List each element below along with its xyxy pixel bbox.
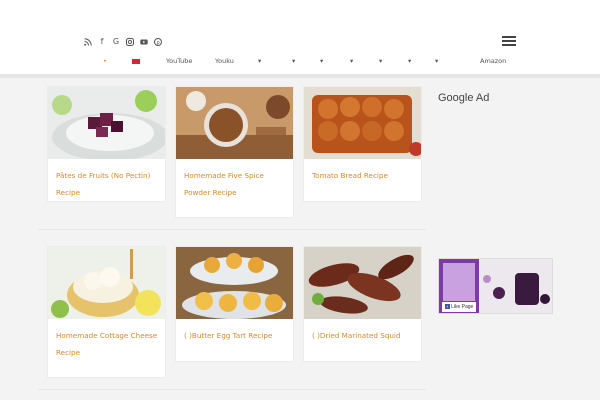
rss-icon[interactable] (84, 37, 92, 46)
nav-item-home[interactable]: • (103, 57, 107, 65)
post-thumbnail-cottage-cheese[interactable] (48, 247, 165, 319)
post-title-link[interactable]: Homemade Five Spice Powder Recipe (184, 167, 288, 201)
main-nav: • ▾ YouTube Youku ▾ ▾ ▾ ▾ ▾ ▾ ▾ Amazon (0, 55, 600, 69)
flag-icon (132, 59, 140, 64)
row-divider (38, 229, 426, 230)
nav-item-youtube[interactable]: YouTube (166, 57, 192, 65)
nav-item-youku[interactable]: Youku (215, 57, 234, 65)
fb-cover-image (479, 259, 552, 313)
nav-dropdown-1[interactable]: ▾ (258, 57, 261, 65)
facebook-icon: f (444, 304, 450, 309)
post-thumbnail-five-spice[interactable] (176, 87, 293, 159)
nav-item-amazon[interactable]: Amazon (480, 57, 506, 65)
youtube-icon[interactable] (140, 37, 148, 46)
nav-dropdown-2[interactable]: ▾ (292, 57, 295, 65)
nav-dropdown-6[interactable]: ▾ (408, 57, 411, 65)
post-card[interactable]: Homemade Five Spice Powder Recipe (175, 86, 294, 218)
post-title-link[interactable]: Pâtes de Fruits (No Pectin) Recipe (56, 167, 160, 201)
site-header: f G p • ▾ YouTube Youku ▾ ▾ ▾ ▾ ▾ ▾ ▾ Am… (0, 0, 600, 74)
instagram-icon[interactable] (126, 37, 134, 46)
post-title-link[interactable]: ( )Dried Marinated Squid (312, 327, 416, 344)
post-title-link[interactable]: Homemade Cottage Cheese Recipe (56, 327, 160, 361)
post-thumbnail-marinated-squid[interactable] (304, 247, 421, 319)
nav-dropdown-5[interactable]: ▾ (379, 57, 382, 65)
post-thumbnail-tomato-bread[interactable] (304, 87, 421, 159)
post-card[interactable]: ( )Butter Egg Tart Recipe (175, 246, 294, 362)
nav-dropdown-4[interactable]: ▾ (350, 57, 353, 65)
fb-like-page-button[interactable]: f Like Page (442, 302, 476, 312)
social-links: f G p (84, 37, 162, 46)
post-title-link[interactable]: Tomato Bread Recipe (312, 167, 416, 184)
post-card[interactable]: ( )Dried Marinated Squid (303, 246, 422, 362)
post-card[interactable]: Pâtes de Fruits (No Pectin) Recipe (47, 86, 166, 202)
pinterest-icon[interactable]: p (154, 37, 162, 46)
post-card[interactable]: Homemade Cottage Cheese Recipe (47, 246, 166, 378)
facebook-icon[interactable]: f (98, 37, 106, 46)
post-title-link[interactable]: ( )Butter Egg Tart Recipe (184, 327, 288, 344)
facebook-page-widget[interactable]: f Like Page (438, 258, 553, 314)
row-divider (38, 389, 426, 390)
svg-text:p: p (157, 40, 160, 46)
nav-language-select[interactable]: ▾ (132, 57, 140, 65)
fb-page-avatar: f Like Page (439, 259, 479, 313)
menu-hamburger-icon[interactable] (502, 36, 516, 47)
sidebar-google-ad-title: Google Ad (438, 92, 490, 104)
post-thumbnail-pates-de-fruits[interactable] (48, 87, 165, 159)
post-card[interactable]: Tomato Bread Recipe (303, 86, 422, 202)
header-separator (0, 74, 600, 78)
nav-dropdown-3[interactable]: ▾ (320, 57, 323, 65)
post-thumbnail-egg-tart[interactable] (176, 247, 293, 319)
nav-dropdown-7[interactable]: ▾ (435, 57, 438, 65)
google-icon[interactable]: G (112, 37, 120, 46)
